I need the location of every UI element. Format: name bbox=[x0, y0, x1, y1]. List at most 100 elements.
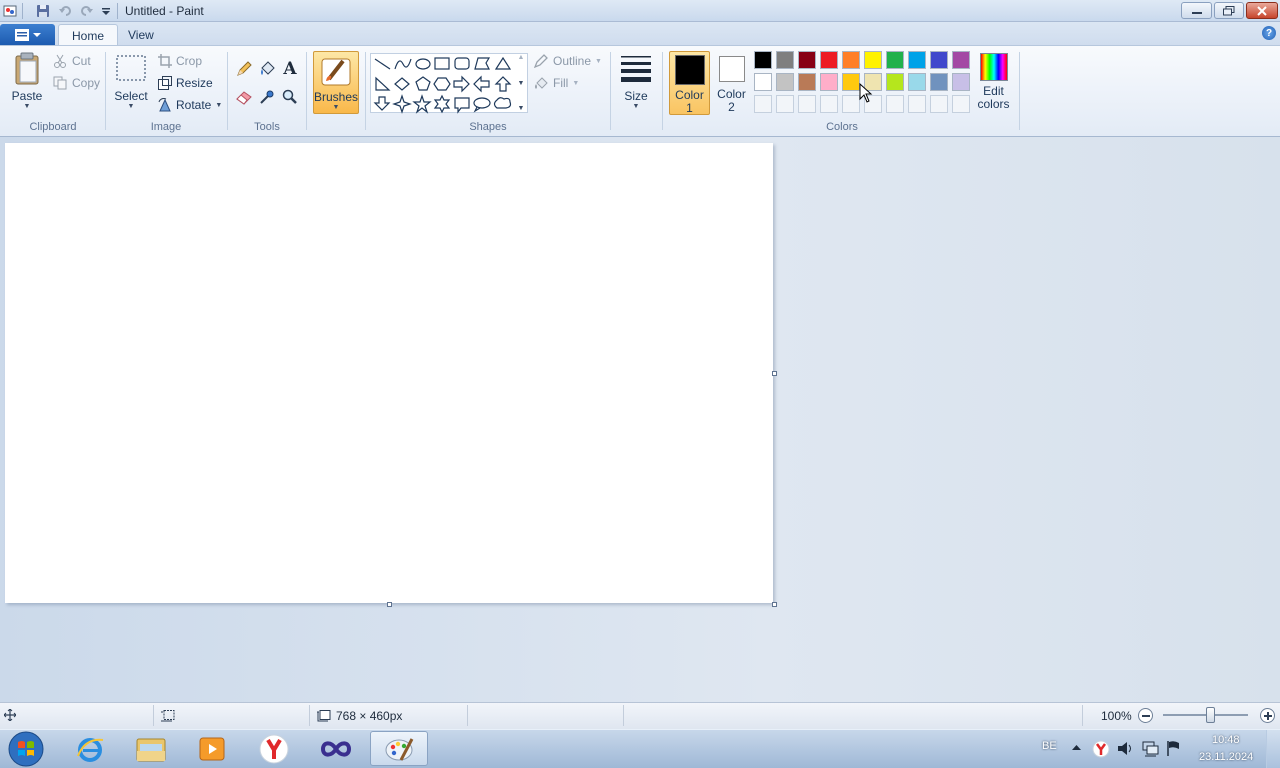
file-explorer-taskbar-button[interactable] bbox=[125, 731, 177, 766]
rotate-button[interactable]: Rotate ▼ bbox=[158, 98, 222, 112]
yandex-browser-taskbar-button[interactable] bbox=[248, 731, 300, 766]
custom-color-slot[interactable] bbox=[842, 95, 860, 113]
clipboard-icon bbox=[15, 52, 39, 85]
more-shapes-icon[interactable]: ▼ bbox=[518, 105, 525, 112]
resize-handle-bottom[interactable] bbox=[387, 602, 392, 607]
resize-handle-right[interactable] bbox=[772, 371, 777, 376]
clock-date[interactable]: 23.11.2024 bbox=[1199, 751, 1253, 763]
palette-swatch[interactable] bbox=[776, 51, 794, 69]
color2-button[interactable]: Color 2 bbox=[713, 51, 750, 115]
custom-color-slot[interactable] bbox=[798, 95, 816, 113]
volume-icon[interactable] bbox=[1117, 741, 1134, 756]
scroll-down-icon[interactable]: ▼ bbox=[518, 80, 525, 87]
divider bbox=[309, 705, 310, 726]
language-indicator[interactable]: BE bbox=[1042, 740, 1057, 752]
palette-swatch[interactable] bbox=[886, 73, 904, 91]
show-desktop-button[interactable] bbox=[1266, 730, 1280, 768]
paint-app-icon[interactable] bbox=[2, 3, 18, 19]
fill-button[interactable]: Fill ▼ bbox=[534, 76, 579, 90]
text-icon[interactable]: A bbox=[280, 59, 300, 79]
redo-icon[interactable] bbox=[79, 3, 95, 19]
color-picker-icon[interactable] bbox=[257, 87, 277, 107]
fill-bucket-icon[interactable] bbox=[257, 59, 277, 79]
yandex-tray-icon[interactable] bbox=[1092, 740, 1110, 758]
edit-colors-button[interactable]: Edit colors bbox=[975, 52, 1012, 114]
color1-button[interactable]: Color 1 bbox=[669, 51, 710, 115]
media-player-taskbar-button[interactable] bbox=[186, 731, 238, 766]
select-button[interactable]: Select ▼ bbox=[113, 52, 149, 112]
resize-handle-corner[interactable] bbox=[772, 602, 777, 607]
palette-swatch[interactable] bbox=[864, 51, 882, 69]
palette-swatch[interactable] bbox=[798, 73, 816, 91]
custom-color-slot[interactable] bbox=[952, 95, 970, 113]
palette-swatch[interactable] bbox=[842, 51, 860, 69]
paste-button[interactable]: Paste ▼ bbox=[8, 52, 46, 112]
size-button[interactable]: Size ▼ bbox=[617, 52, 655, 112]
palette-swatch[interactable] bbox=[930, 51, 948, 69]
palette-swatch[interactable] bbox=[952, 51, 970, 69]
palette-swatch[interactable] bbox=[798, 51, 816, 69]
paintbrush-icon bbox=[321, 58, 351, 86]
custom-color-slot[interactable] bbox=[754, 95, 772, 113]
close-button[interactable] bbox=[1246, 2, 1278, 19]
palette-swatch[interactable] bbox=[776, 73, 794, 91]
palette-swatch[interactable] bbox=[820, 73, 838, 91]
brushes-button[interactable]: Brushes ▼ bbox=[313, 51, 359, 114]
hexagon-shape-icon bbox=[433, 77, 451, 91]
palette-swatch[interactable] bbox=[930, 73, 948, 91]
palette-swatch[interactable] bbox=[820, 51, 838, 69]
pencil-icon[interactable] bbox=[234, 59, 254, 79]
oval-shape-icon bbox=[415, 58, 431, 70]
save-icon[interactable] bbox=[35, 3, 51, 19]
tab-view[interactable]: View bbox=[115, 24, 167, 46]
undo-icon[interactable] bbox=[57, 3, 73, 19]
canvas-size-text: 768 × 460px bbox=[336, 709, 403, 723]
paint-menu-button[interactable] bbox=[0, 24, 55, 45]
resize-button[interactable]: Resize bbox=[158, 76, 213, 90]
magnifier-icon[interactable] bbox=[280, 87, 300, 107]
chevron-down-icon: ▼ bbox=[595, 57, 602, 65]
custom-color-slot[interactable] bbox=[820, 95, 838, 113]
menu-icon bbox=[14, 28, 29, 41]
paint-taskbar-button[interactable] bbox=[370, 731, 428, 766]
divider bbox=[105, 52, 106, 130]
copy-button[interactable]: Copy bbox=[53, 76, 100, 90]
restore-button[interactable] bbox=[1214, 2, 1244, 19]
action-center-flag-icon[interactable] bbox=[1166, 740, 1182, 757]
palette-swatch[interactable] bbox=[886, 51, 904, 69]
scroll-up-icon[interactable]: ▲ bbox=[518, 54, 525, 61]
drawing-canvas[interactable] bbox=[5, 143, 773, 603]
zoom-slider-thumb[interactable] bbox=[1205, 707, 1215, 723]
minimize-button[interactable] bbox=[1181, 2, 1212, 19]
palette-swatch[interactable] bbox=[952, 73, 970, 91]
show-hidden-icons-icon[interactable] bbox=[1072, 744, 1081, 751]
outline-button[interactable]: Outline ▼ bbox=[534, 54, 602, 68]
down-arrow-shape-icon bbox=[373, 96, 391, 111]
custom-color-slot[interactable] bbox=[930, 95, 948, 113]
eraser-icon[interactable] bbox=[234, 87, 254, 107]
palette-swatch[interactable] bbox=[908, 73, 926, 91]
internet-explorer-taskbar-button[interactable] bbox=[64, 731, 116, 766]
start-button[interactable] bbox=[6, 730, 46, 767]
zoom-out-button[interactable] bbox=[1138, 708, 1153, 723]
help-icon[interactable]: ? bbox=[1262, 26, 1276, 40]
palette-swatch[interactable] bbox=[754, 51, 772, 69]
custom-color-slot[interactable] bbox=[776, 95, 794, 113]
brushes-label: Brushes bbox=[314, 90, 359, 104]
crop-button[interactable]: Crop bbox=[158, 54, 202, 68]
palette-swatch[interactable] bbox=[842, 73, 860, 91]
network-icon[interactable] bbox=[1141, 740, 1159, 757]
clock-time[interactable]: 10:48 bbox=[1212, 734, 1240, 746]
tab-home[interactable]: Home bbox=[58, 24, 119, 46]
custom-color-slot[interactable] bbox=[886, 95, 904, 113]
cut-button[interactable]: Cut bbox=[53, 54, 91, 68]
palette-swatch[interactable] bbox=[754, 73, 772, 91]
customize-toolbar-chevron-icon[interactable] bbox=[98, 3, 114, 19]
app-taskbar-button[interactable] bbox=[310, 731, 362, 766]
cursor-position-icon bbox=[4, 709, 16, 721]
zoom-in-button[interactable] bbox=[1260, 708, 1275, 723]
shapes-scroll[interactable]: ▲ ▼ ▼ bbox=[515, 54, 527, 112]
palette-swatch[interactable] bbox=[908, 51, 926, 69]
custom-color-slot[interactable] bbox=[908, 95, 926, 113]
shapes-gallery bbox=[370, 53, 528, 114]
